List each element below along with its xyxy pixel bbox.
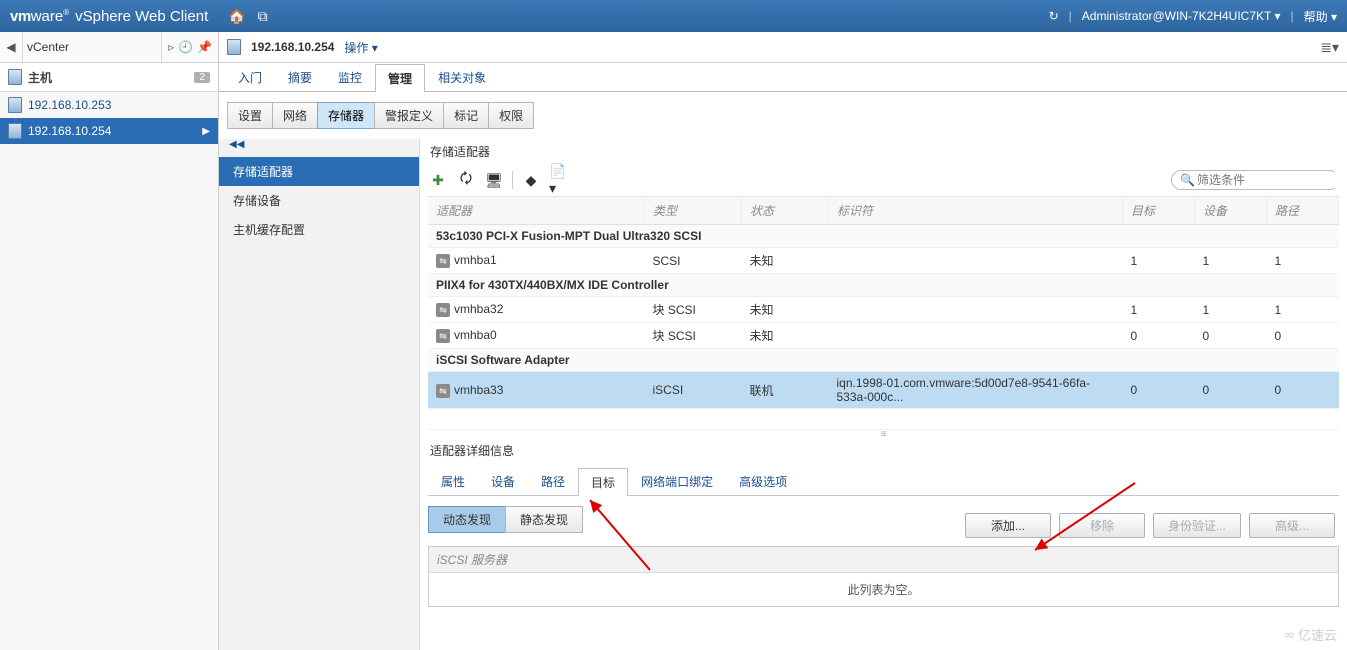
add-button[interactable]: 添加... xyxy=(965,513,1051,538)
add-adapter-icon[interactable]: ✚ xyxy=(428,170,448,190)
detail-title: 适配器详细信息 xyxy=(428,438,1339,463)
nav-play-icon[interactable]: ▹ xyxy=(168,40,174,54)
top-bar: vmware® vSphere Web Client 🏠 ⧉ ↻ | Admin… xyxy=(0,0,1347,32)
hosts-header[interactable]: 主机 2 xyxy=(0,63,218,92)
col-paths[interactable]: 路径 xyxy=(1267,197,1339,225)
host-icon xyxy=(8,97,22,113)
tab-getting-started[interactable]: 入门 xyxy=(225,63,275,91)
watermark-icon: ∞ xyxy=(1285,627,1294,642)
advanced-button[interactable]: 高级... xyxy=(1249,513,1335,538)
host-item[interactable]: 192.168.10.253 xyxy=(0,92,218,118)
adapter-icon: ⇋ xyxy=(436,303,450,317)
filter-box[interactable]: 🔍 ▾ xyxy=(1171,170,1339,190)
host-item-selected[interactable]: 192.168.10.254 ▶ xyxy=(0,118,218,144)
table-group-header: PIIX4 for 430TX/440BX/MX IDE Controller xyxy=(428,274,1339,297)
seg-static-discovery[interactable]: 静态发现 xyxy=(505,506,583,533)
subtab-settings[interactable]: 设置 xyxy=(227,102,273,129)
pane-resizer[interactable] xyxy=(428,430,1339,438)
context-title: 192.168.10.254 xyxy=(251,40,334,54)
iscsi-empty-text: 此列表为空。 xyxy=(429,573,1338,606)
detail-tabs: 属性 设备 路径 目标 网络端口绑定 高级选项 xyxy=(428,467,1339,496)
host-group-icon xyxy=(8,69,22,85)
new-window-icon[interactable]: ⧉ xyxy=(258,8,268,25)
table-group-header: 53c1030 PCI-X Fusion-MPT Dual Ultra320 S… xyxy=(428,225,1339,248)
tab-related[interactable]: 相关对象 xyxy=(425,63,499,91)
col-type[interactable]: 类型 xyxy=(645,197,742,225)
host-icon xyxy=(227,39,241,55)
search-icon: 🔍 xyxy=(1180,173,1195,187)
table-header-row: 适配器 类型 状态 标识符 目标 设备 路径 xyxy=(428,197,1339,225)
seg-dynamic-discovery[interactable]: 动态发现 xyxy=(428,506,506,533)
subtab-network[interactable]: 网络 xyxy=(272,102,318,129)
actions-menu[interactable]: 操作 ▾ xyxy=(344,39,377,56)
context-bar: 192.168.10.254 操作 ▾ ≣▾ xyxy=(219,32,1347,63)
adapter-toolbar: ✚ 🗘 🖥 ◆ 📄▾ 🔍 ▾ xyxy=(428,168,1339,197)
help-link[interactable]: 帮助 ▾ xyxy=(1304,8,1337,25)
table-row[interactable]: ⇋vmhba0块 SCSI未知000 xyxy=(428,323,1339,349)
sidenav-host-cache[interactable]: 主机缓存配置 xyxy=(219,215,419,244)
home-icon[interactable]: 🏠 xyxy=(228,8,245,25)
nav-panel: ◀ vCenter ▹ 🕘 📌 主机 2 192.168.10.253 192.… xyxy=(0,32,219,650)
dtab-properties[interactable]: 属性 xyxy=(428,467,478,495)
storage-sidenav: ◀◀ 存储适配器 存储设备 主机缓存配置 xyxy=(219,139,420,650)
tab-monitor[interactable]: 监控 xyxy=(325,63,375,91)
col-adapter[interactable]: 适配器 xyxy=(428,197,645,225)
nav-history-icon[interactable]: 🕘 xyxy=(178,40,193,54)
sub-tabs: 设置 网络 存储器 警报定义 标记 权限 xyxy=(227,102,1347,129)
col-devices[interactable]: 设备 xyxy=(1195,197,1267,225)
table-group-header: iSCSI Software Adapter xyxy=(428,349,1339,372)
subtab-tags[interactable]: 标记 xyxy=(443,102,489,129)
dtab-paths[interactable]: 路径 xyxy=(528,467,578,495)
tab-summary[interactable]: 摘要 xyxy=(275,63,325,91)
auth-button[interactable]: 身份验证... xyxy=(1153,513,1241,538)
host-icon xyxy=(8,123,22,139)
adapter-icon: ⇋ xyxy=(436,329,450,343)
settings-icon[interactable]: ≣▾ xyxy=(1320,39,1339,56)
nav-pin-icon[interactable]: 📌 xyxy=(197,40,212,54)
rescan-all-icon[interactable]: ◆ xyxy=(521,170,541,190)
watermark: ∞ 亿速云 xyxy=(1285,625,1337,644)
host-count-badge: 2 xyxy=(194,72,210,83)
subtab-storage[interactable]: 存储器 xyxy=(317,102,375,129)
copy-icon[interactable]: 📄▾ xyxy=(549,170,569,190)
dtab-devices[interactable]: 设备 xyxy=(478,467,528,495)
dtab-port-binding[interactable]: 网络端口绑定 xyxy=(628,467,726,495)
logo: vmware® vSphere Web Client xyxy=(10,8,208,25)
subtab-alarms[interactable]: 警报定义 xyxy=(374,102,444,129)
filter-input[interactable] xyxy=(1195,172,1347,188)
iscsi-servers-table: iSCSI 服务器 此列表为空。 xyxy=(428,546,1339,607)
col-status[interactable]: 状态 xyxy=(742,197,829,225)
user-menu[interactable]: Administrator@WIN-7K2H4UIC7KT ▾ xyxy=(1082,9,1281,23)
col-targets[interactable]: 目标 xyxy=(1123,197,1195,225)
adapters-table: 适配器 类型 状态 标识符 目标 设备 路径 53c1030 PCI-X Fus… xyxy=(428,197,1339,409)
main-tabs: 入门 摘要 监控 管理 相关对象 xyxy=(219,63,1347,92)
tab-manage[interactable]: 管理 xyxy=(375,64,425,92)
collapse-icon[interactable]: ◀◀ xyxy=(219,139,419,157)
table-row[interactable]: ⇋vmhba1SCSI未知111 xyxy=(428,248,1339,274)
refresh-adapter-icon[interactable]: 🗘 xyxy=(456,170,476,190)
col-identifier[interactable]: 标识符 xyxy=(829,197,1123,225)
iscsi-col-header[interactable]: iSCSI 服务器 xyxy=(429,547,1338,573)
nav-back-icon[interactable]: ◀ xyxy=(0,40,22,54)
sidenav-storage-adapters[interactable]: 存储适配器 xyxy=(219,157,419,186)
rescan-storage-icon[interactable]: 🖥 xyxy=(484,170,504,190)
table-row[interactable]: ⇋vmhba33iSCSI联机iqn.1998-01.com.vmware:5d… xyxy=(428,372,1339,409)
refresh-icon[interactable]: ↻ xyxy=(1049,9,1059,23)
chevron-right-icon: ▶ xyxy=(202,126,210,137)
target-buttons: 添加... 移除 身份验证... 高级... xyxy=(965,513,1335,538)
dtab-targets[interactable]: 目标 xyxy=(578,468,628,496)
adapter-icon: ⇋ xyxy=(436,254,450,268)
sidenav-storage-devices[interactable]: 存储设备 xyxy=(219,186,419,215)
nav-breadcrumb[interactable]: vCenter xyxy=(22,32,162,62)
table-row[interactable]: ⇋vmhba32块 SCSI未知111 xyxy=(428,297,1339,323)
remove-button[interactable]: 移除 xyxy=(1059,513,1145,538)
adapter-icon: ⇋ xyxy=(436,384,450,398)
dtab-advanced[interactable]: 高级选项 xyxy=(726,467,800,495)
subtab-perms[interactable]: 权限 xyxy=(488,102,534,129)
